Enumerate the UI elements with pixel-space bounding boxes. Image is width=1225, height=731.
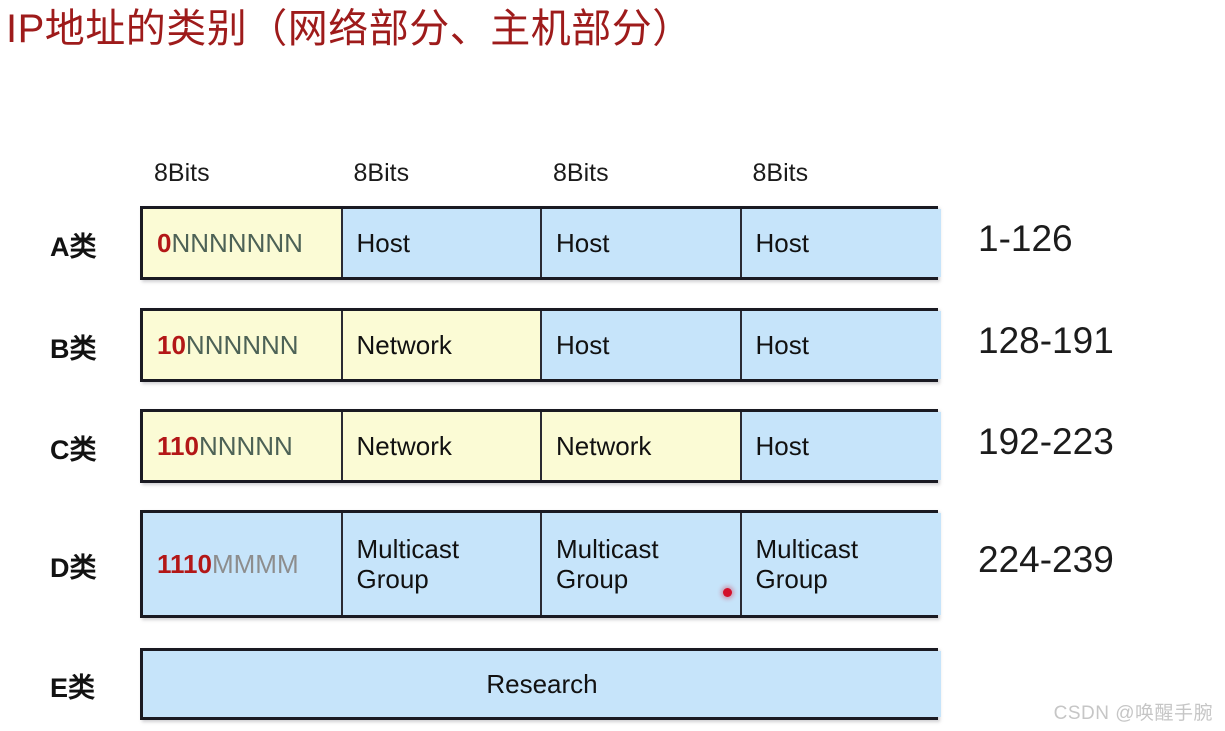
ip-class-table: A类 0 NNNNNNN Host Host Host 1-126 B类 10 NNNNNN Net… xyxy=(0,0,1225,731)
range-label-D类: 224-239 xyxy=(978,539,1114,580)
table-cell: Network xyxy=(542,412,742,480)
table-cell: Host xyxy=(741,412,941,480)
table-row: 0 NNNNNNN Host Host Host xyxy=(140,206,941,280)
laser-pointer-dot xyxy=(723,588,732,597)
suffix-bits: NNNNNNN xyxy=(171,228,303,258)
row-label-C类: C类 xyxy=(50,435,97,465)
prefix-bits: 110 xyxy=(157,431,199,461)
prefix-bits: 1110 xyxy=(157,549,212,579)
table-cell: 0 NNNNNNN xyxy=(143,209,343,277)
table-cell: Host xyxy=(741,311,941,379)
table-cell: Host xyxy=(741,209,941,277)
table-cell: Host xyxy=(542,209,742,277)
row-label-A类: A类 xyxy=(50,232,97,262)
suffix-bits: NNNNNN xyxy=(185,330,299,360)
table-cell: Host xyxy=(342,209,542,277)
table-cell: Multicast Group xyxy=(542,513,742,615)
table-cell: Research xyxy=(143,651,941,717)
table-cell: Multicast Group xyxy=(342,513,542,615)
table-row: Research xyxy=(140,648,941,720)
table-cell: Multicast Group xyxy=(741,513,941,615)
range-label-B类: 128-191 xyxy=(978,320,1114,361)
table-row: 10 NNNNNN Network Host Host xyxy=(140,308,941,382)
table-cell: Network xyxy=(342,412,542,480)
table-cell: 10 NNNNNN xyxy=(143,311,343,379)
table-cell: 1110 MMMM xyxy=(143,513,343,615)
watermark: CSDN @唤醒手腕 xyxy=(1053,703,1213,724)
row-label-B类: B类 xyxy=(50,334,97,364)
range-label-C类: 192-223 xyxy=(978,421,1114,462)
table-row: 110 NNNNN Network Network Host xyxy=(140,409,941,483)
suffix-bits: MMMM xyxy=(211,549,299,579)
prefix-bits: 0 xyxy=(157,228,172,258)
suffix-bits: NNNNN xyxy=(198,431,293,461)
row-label-E类: E类 xyxy=(50,673,96,703)
table-cell: Network xyxy=(342,311,542,379)
row-label-D类: D类 xyxy=(50,553,97,583)
table-row: 1110 MMMM Multicast Group Multicast Group Mu… xyxy=(140,510,941,618)
range-label-A类: 1-126 xyxy=(978,218,1073,259)
table-cell: Host xyxy=(542,311,742,379)
table-cell: 110 NNNNN xyxy=(143,412,343,480)
prefix-bits: 10 xyxy=(157,330,186,360)
